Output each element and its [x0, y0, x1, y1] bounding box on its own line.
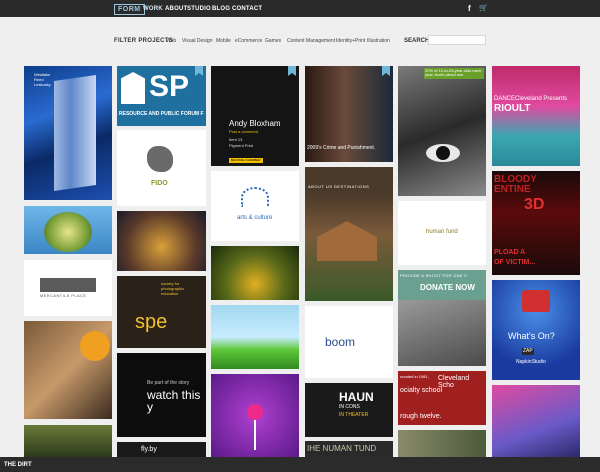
project-tile-tree[interactable] — [24, 206, 112, 254]
andy-name: Andy Bloxham — [229, 119, 281, 128]
haun-title: HAUN — [339, 390, 374, 404]
sp-caption: RESOURCE AND PUBLIC FORUM F — [119, 111, 204, 117]
project-tile-flyby[interactable]: fly.by — [117, 442, 206, 457]
top-nav-bar — [0, 0, 600, 17]
project-tile-andy[interactable]: Andy Bloxham Post a comment Item 13 Pigm… — [211, 66, 299, 166]
search-label: SEARCH — [404, 38, 430, 44]
social-school-label: ocialty school — [400, 387, 443, 394]
flyby-label: fly.by — [141, 446, 157, 453]
dog-icon — [147, 146, 173, 172]
project-tile-arts[interactable]: arts & culture — [211, 171, 299, 241]
nav-studio[interactable]: STUDIO — [187, 5, 211, 14]
project-tile-lollipop[interactable] — [211, 374, 299, 457]
nav-contact[interactable]: CONTACT — [232, 5, 262, 14]
twenty-percent: 20% of 12-to-25-year-olds each year; tha… — [424, 68, 484, 79]
search-input[interactable] — [428, 35, 486, 45]
watch-subtitle: Be part of the story — [147, 380, 190, 386]
about-destinations: ABOUT US DESTINATIONS — [308, 184, 370, 189]
filter-identity-print[interactable]: Identity+Print — [336, 38, 365, 44]
filter-web[interactable]: Web — [166, 38, 176, 44]
zap-label: ZAP — [522, 348, 534, 355]
three-d-label: 3D — [524, 196, 545, 213]
project-tile-extra[interactable] — [398, 430, 486, 457]
haun-sub: IN CONS — [339, 404, 360, 410]
valentine-label: ENTINE — [494, 184, 531, 195]
dance-name: RIOULT — [494, 103, 531, 114]
project-tile-whats-on[interactable]: What's On? ZAP NapkinStudio — [492, 280, 580, 380]
rough-twelve-label: rough twelve. — [400, 413, 442, 420]
filter-content-management[interactable]: Content Management — [287, 38, 335, 44]
project-tile-animal[interactable] — [24, 321, 112, 419]
project-tile-boom[interactable]: boom — [305, 306, 393, 378]
tv-icon — [522, 290, 550, 312]
nav-about[interactable]: ABOUT — [165, 5, 187, 14]
project-tile-donate[interactable]: PROVIDE A SHOOT FOR ONE C DONATE NOW — [398, 270, 486, 366]
project-tile-building[interactable]: Westlake Reed Leskosky — [24, 66, 112, 200]
project-tile-eye[interactable]: 20% of 12-to-25-year-olds each year; tha… — [398, 66, 486, 196]
napkin-label: NapkinStudio — [516, 359, 546, 365]
haun-theater: IN THEATER — [339, 412, 369, 418]
victim-label: OF VICTIM... — [494, 259, 536, 266]
project-tile-human-fund[interactable]: human fund — [398, 201, 486, 265]
project-tile-city[interactable] — [492, 385, 580, 457]
dance-label: DANCECleveland Presents — [494, 96, 568, 102]
cleveland-school-title: Cleveland Scho — [438, 375, 470, 389]
mercantile-label: MERCANTILE PLACE — [40, 293, 87, 298]
donate-now[interactable]: DONATE NOW — [420, 284, 475, 292]
project-tile-bloody-valentine[interactable]: BLOODY ENTINE 3D PLOAD A OF VICTIM... — [492, 171, 580, 275]
spe-title: spe — [135, 311, 168, 333]
andy-item2: Pigment Print — [229, 143, 254, 148]
arts-label: arts & culture — [237, 215, 273, 221]
crime-label: 2009's Crime and Punishment. — [307, 145, 376, 151]
nav-work[interactable]: WORK — [143, 5, 163, 14]
project-tile-fido[interactable]: FIDO — [117, 130, 206, 206]
facebook-icon[interactable]: f — [468, 4, 471, 13]
project-tile-plants[interactable] — [24, 425, 112, 457]
human-fund-label: human fund — [426, 229, 458, 235]
bookmark-icon — [382, 66, 390, 76]
project-tile-strip[interactable]: IHE NUMAN TUND — [305, 441, 393, 457]
become-member-button[interactable]: BECOME A MEMBER — [229, 158, 263, 163]
form-logo[interactable]: FORM — [114, 4, 145, 15]
filter-mobile[interactable]: Mobile — [216, 38, 231, 44]
upload-label: PLOAD A — [494, 249, 526, 256]
project-tile-mushroom[interactable] — [211, 246, 299, 300]
filter-projects-label: FILTER PROJECTS — [114, 38, 174, 44]
sp-title: SP — [149, 70, 190, 103]
project-tile-lodge[interactable]: ABOUT US DESTINATIONS — [305, 167, 393, 301]
andy-item: Item 13 — [229, 137, 243, 142]
project-tile-dance[interactable]: DANCECleveland Presents RIOULT — [492, 66, 580, 166]
strip-label: IHE NUMAN TUND — [307, 444, 377, 453]
project-tile-eureka[interactable] — [117, 211, 206, 271]
the-dirt-label[interactable]: THE DIRT — [4, 461, 32, 469]
provide-label: PROVIDE A SHOOT FOR ONE C — [400, 273, 468, 278]
watch-title: watch this y — [147, 388, 201, 414]
filter-ecommerce[interactable]: eCommerce — [235, 38, 262, 44]
arts-logo-icon — [241, 187, 269, 207]
andy-post[interactable]: Post a comment — [229, 130, 258, 134]
project-tile-watch[interactable]: Be part of the story watch this y — [117, 353, 206, 437]
filter-illustration[interactable]: Illustration — [367, 38, 390, 44]
project-tile-spe[interactable]: society for photographic education spe — [117, 276, 206, 348]
cart-icon[interactable]: 🛒 — [479, 4, 488, 13]
project-tile-crime[interactable]: 2009's Crime and Punishment. — [305, 66, 393, 162]
nav-blog[interactable]: BLOG — [212, 5, 230, 14]
fido-label: FIDO — [151, 180, 168, 187]
founded-label: ounded in 1981, — [400, 374, 429, 379]
filter-visual-design[interactable]: Visual Design — [182, 38, 212, 44]
project-tile-cleveland-school[interactable]: ounded in 1981, Cleveland Scho ocialty s… — [398, 371, 486, 425]
bottom-bar — [0, 457, 600, 472]
project-tile-mercantile[interactable]: MERCANTILE PLACE — [24, 260, 112, 316]
filter-games[interactable]: Games — [265, 38, 281, 44]
boom-label: boom — [325, 335, 356, 349]
project-tile-haun[interactable]: HAUN IN CONS IN THEATER — [305, 383, 393, 437]
project-tile-sp[interactable]: SP RESOURCE AND PUBLIC FORUM F — [117, 66, 206, 126]
whats-on-label: What's On? — [508, 331, 555, 341]
project-tile-grass[interactable] — [211, 305, 299, 369]
bookmark-icon — [195, 66, 203, 76]
bookmark-icon — [288, 66, 296, 76]
spe-society: society for photographic education — [161, 281, 185, 296]
